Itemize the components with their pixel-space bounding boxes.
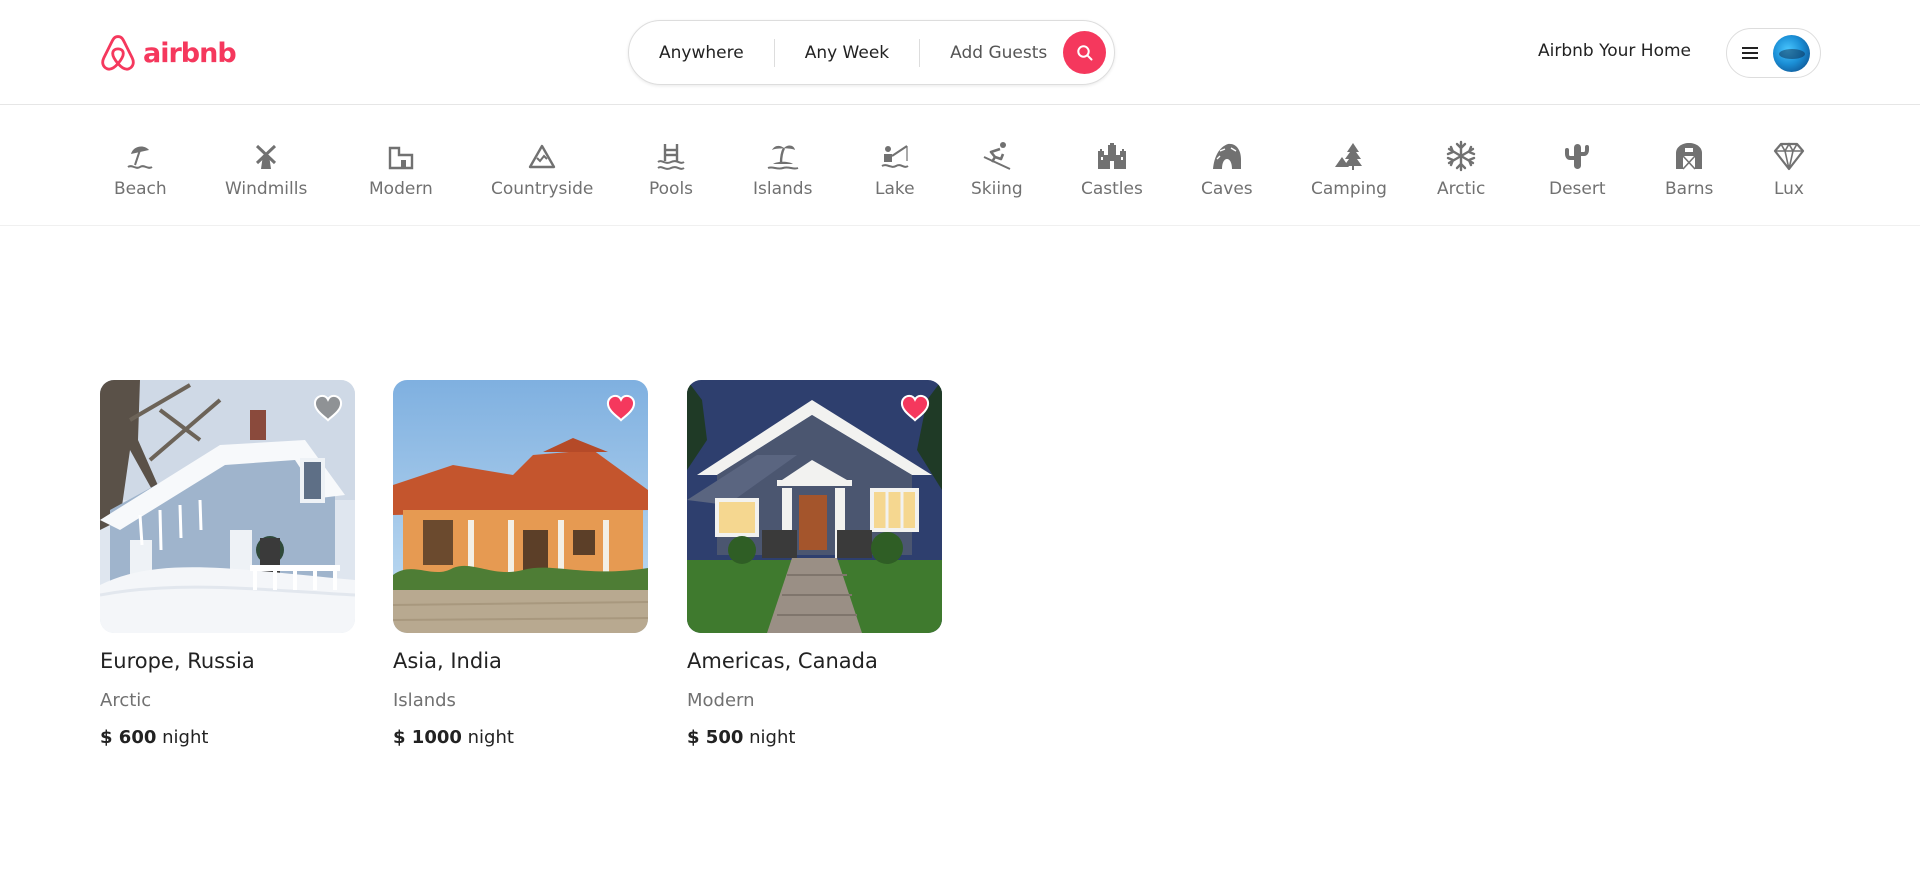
search-button[interactable] — [1063, 31, 1107, 74]
cave-icon — [1212, 143, 1241, 169]
listing-category: Islands — [393, 690, 456, 711]
category-bar: Beach Windmills Modern Countryside Pools — [0, 105, 1920, 226]
top-header: airbnb Anywhere Any Week Add Guests Airb… — [0, 0, 1920, 105]
category-caves[interactable]: Caves — [1201, 139, 1253, 199]
barn-icon — [1676, 143, 1703, 170]
favorite-heart-icon[interactable] — [606, 394, 636, 422]
category-desert[interactable]: Desert — [1549, 139, 1606, 199]
category-barns[interactable]: Barns — [1665, 139, 1713, 199]
menu-icon — [1742, 47, 1758, 59]
airbnb-logo-icon — [101, 35, 135, 71]
airbnb-your-home-link[interactable]: Airbnb Your Home — [1538, 41, 1691, 61]
listing-card[interactable]: Americas, Canada Modern $ 500 night — [687, 380, 942, 748]
modern-building-icon — [388, 146, 414, 170]
skier-icon — [983, 142, 1011, 170]
search-guests[interactable]: Add Guests — [919, 38, 1061, 67]
listing-location: Americas, Canada — [687, 649, 878, 673]
listing-location: Asia, India — [393, 649, 502, 673]
mountain-icon — [528, 144, 556, 169]
search-bar[interactable]: Anywhere Any Week Add Guests — [628, 20, 1115, 85]
category-countryside[interactable]: Countryside — [491, 139, 593, 199]
category-beach[interactable]: Beach — [114, 139, 167, 199]
search-icon — [1077, 44, 1093, 60]
category-lake[interactable]: Lake — [875, 139, 915, 199]
tent-icon — [1334, 143, 1362, 170]
favorite-heart-icon[interactable] — [900, 394, 930, 422]
lake-icon — [881, 145, 909, 168]
listing-location: Europe, Russia — [100, 649, 255, 673]
listing-price: $ 600 night — [100, 727, 209, 748]
category-camping[interactable]: Camping — [1311, 139, 1387, 199]
cactus-icon — [1565, 144, 1590, 169]
windmill-icon — [256, 144, 277, 169]
listing-price: $ 500 night — [687, 727, 796, 748]
listing-price: $ 1000 night — [393, 727, 514, 748]
listing-photo[interactable] — [687, 380, 942, 633]
search-when[interactable]: Any Week — [773, 38, 919, 67]
category-windmills[interactable]: Windmills — [225, 139, 307, 199]
listing-category: Arctic — [100, 690, 152, 711]
castle-icon — [1097, 143, 1126, 169]
snowflake-icon — [1446, 140, 1476, 172]
search-where[interactable]: Anywhere — [629, 21, 774, 84]
category-skiing[interactable]: Skiing — [971, 139, 1023, 199]
beach-icon — [127, 146, 153, 169]
category-pools[interactable]: Pools — [649, 139, 693, 199]
user-menu-button[interactable] — [1726, 28, 1821, 78]
listing-card[interactable]: Europe, Russia Arctic $ 600 night — [100, 380, 355, 748]
category-modern[interactable]: Modern — [369, 139, 433, 199]
category-castles[interactable]: Castles — [1081, 139, 1143, 199]
avatar[interactable] — [1773, 34, 1810, 72]
pool-icon — [657, 144, 685, 170]
category-arctic[interactable]: Arctic — [1437, 139, 1485, 199]
island-icon — [767, 145, 799, 170]
listing-photo[interactable] — [100, 380, 355, 633]
favorite-heart-icon[interactable] — [313, 394, 343, 422]
listing-photo[interactable] — [393, 380, 648, 633]
diamond-icon — [1773, 142, 1805, 171]
listing-category: Modern — [687, 690, 755, 711]
category-islands[interactable]: Islands — [753, 139, 812, 199]
listing-card[interactable]: Asia, India Islands $ 1000 night — [393, 380, 648, 748]
brand-name: airbnb — [143, 37, 237, 69]
category-lux[interactable]: Lux — [1772, 139, 1806, 199]
airbnb-logo[interactable]: airbnb — [99, 33, 237, 73]
